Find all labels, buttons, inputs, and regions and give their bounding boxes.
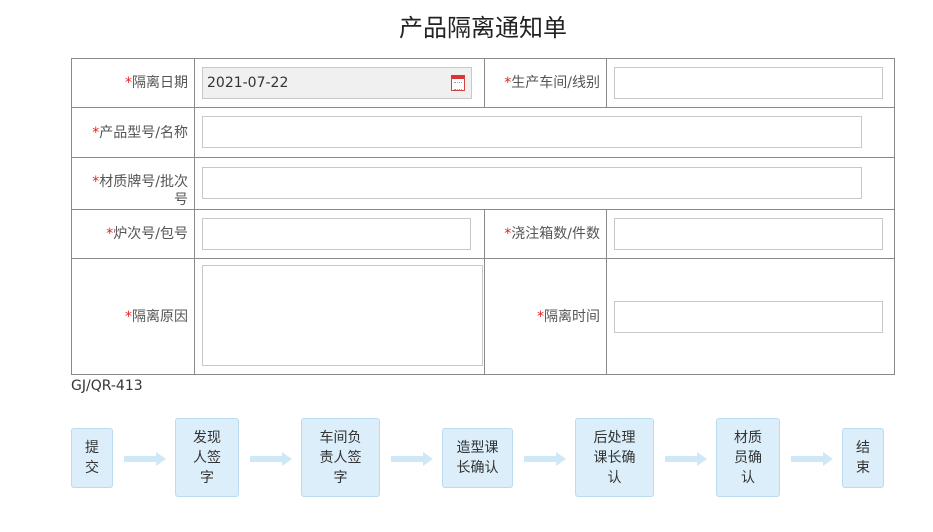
workflow-arrow: [524, 452, 566, 466]
furnace-no-label: * 炉次号/包号: [72, 210, 195, 258]
workflow-arrow: [665, 452, 707, 466]
furnace-no-input[interactable]: [202, 218, 471, 250]
document-code: GJ/QR-413: [71, 378, 143, 394]
material-batch-label: *材质牌号/批次 号: [72, 158, 195, 209]
isolation-form: * 隔离日期 2021-07-22 * 生产车间/线别 * 产品型号/名称 *材质牌号…: [71, 58, 895, 375]
workflow-arrow: [124, 452, 166, 466]
row-date-workshop: * 隔离日期 2021-07-22 * 生产车间/线别: [72, 59, 894, 108]
workflow-step-end[interactable]: 结束: [842, 428, 884, 488]
workflow-step-workshop-head-sign[interactable]: 车间负 责人签字: [301, 418, 380, 497]
row-furnace-pour: * 炉次号/包号 * 浇注箱数/件数: [72, 210, 894, 259]
isolation-time-input[interactable]: [614, 301, 883, 333]
workflow-step-postprocess-confirm[interactable]: 后处理 课长确认: [575, 418, 654, 497]
isolation-date-input[interactable]: 2021-07-22: [202, 67, 472, 99]
row-product-model: * 产品型号/名称: [72, 108, 894, 158]
pour-boxes-input[interactable]: [614, 218, 883, 250]
page-title: 产品隔离通知单: [399, 14, 567, 42]
product-model-input[interactable]: [202, 116, 862, 148]
row-material-batch: *材质牌号/批次 号: [72, 158, 894, 210]
workshop-line-input[interactable]: [614, 67, 883, 99]
material-batch-input[interactable]: [202, 167, 862, 199]
workflow-step-material-confirm[interactable]: 材质 员确认: [716, 418, 780, 497]
calendar-icon[interactable]: [451, 75, 465, 91]
isolation-date-label: * 隔离日期: [72, 59, 195, 107]
product-model-label: * 产品型号/名称: [72, 108, 195, 157]
workflow-arrow: [391, 452, 433, 466]
workflow-step-discoverer-sign[interactable]: 发现 人签字: [175, 418, 239, 497]
pour-boxes-label: * 浇注箱数/件数: [484, 210, 607, 258]
reason-textarea[interactable]: [202, 265, 483, 366]
workflow-step-submit[interactable]: 提交: [71, 428, 113, 488]
row-reason-time: * 隔离原因 * 隔离时间: [72, 259, 894, 374]
workshop-line-label: * 生产车间/线别: [484, 59, 607, 107]
workflow-arrow: [791, 452, 833, 466]
workflow-step-molding-confirm[interactable]: 造型课 长确认: [442, 428, 513, 488]
isolation-time-label: * 隔离时间: [484, 259, 607, 374]
reason-label: * 隔离原因: [72, 259, 195, 374]
workflow-arrow: [250, 452, 292, 466]
